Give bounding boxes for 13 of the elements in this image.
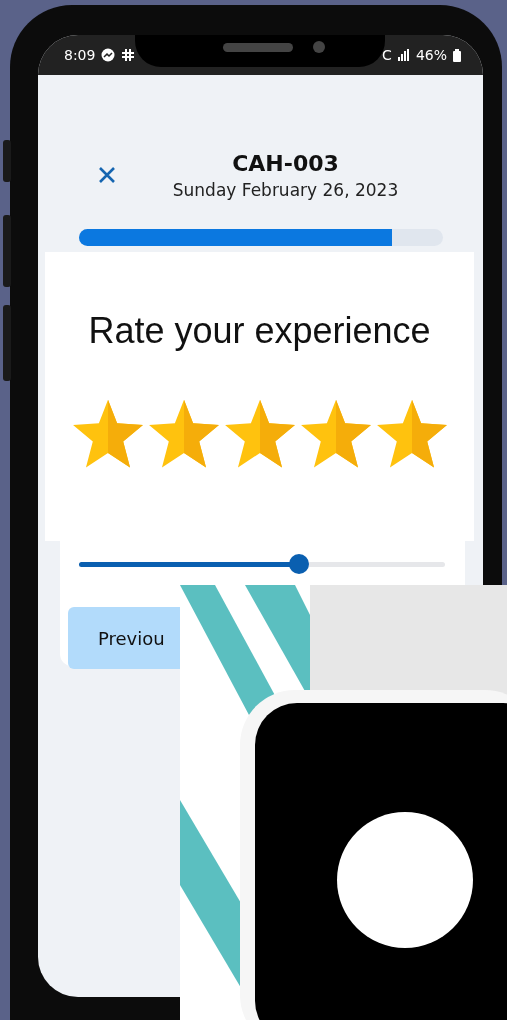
previous-button[interactable]: Previou	[68, 607, 180, 669]
signal-icon	[397, 49, 410, 61]
battery-percent: 46%	[415, 47, 447, 63]
hash-grid-icon	[121, 48, 136, 62]
chat-bubble-icon	[101, 48, 116, 62]
status-text: C	[382, 47, 392, 63]
camera-lens	[313, 41, 325, 53]
status-time: 8:09	[64, 47, 96, 63]
session-date: Sunday February 26, 2023	[172, 179, 399, 200]
battery-icon	[453, 48, 461, 62]
speaker-grille	[223, 43, 293, 52]
question-title: Rate your experience	[88, 310, 431, 352]
session-title: CAH-003	[232, 150, 339, 176]
